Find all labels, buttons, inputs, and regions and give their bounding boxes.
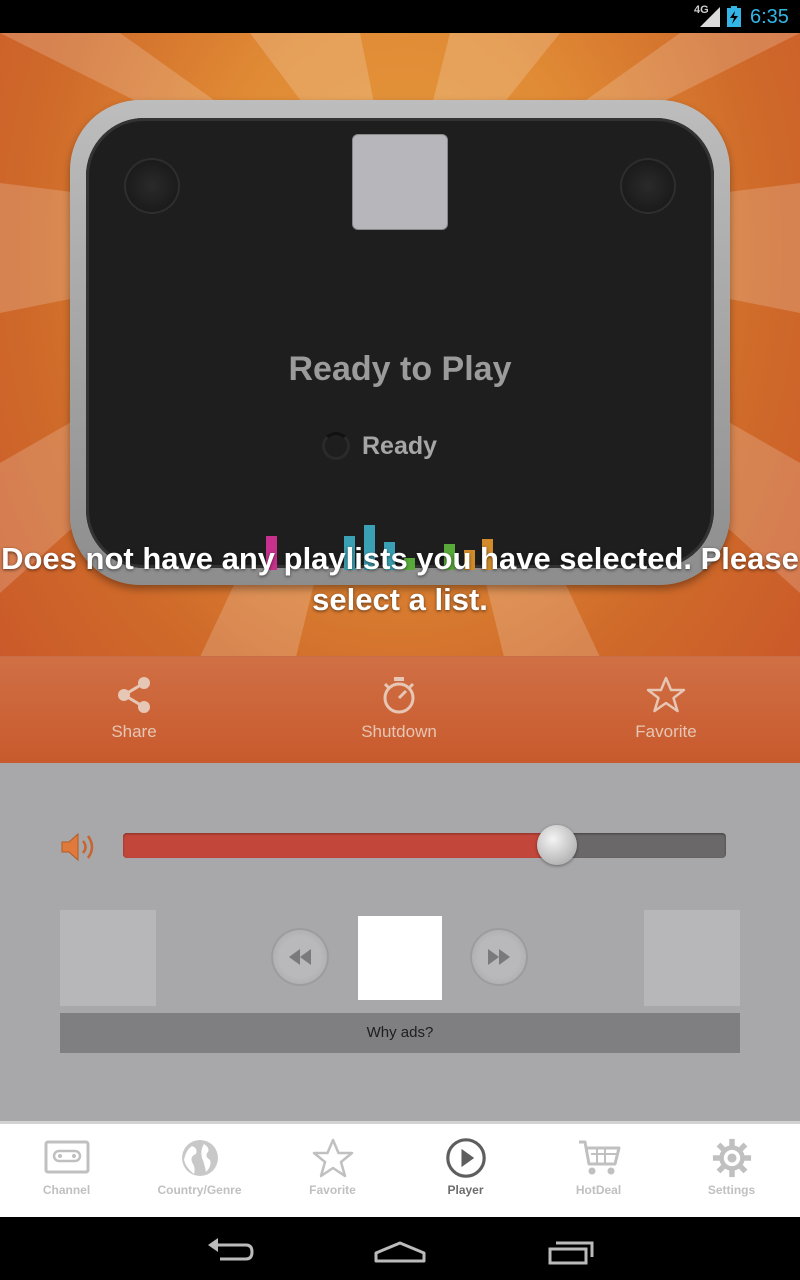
system-nav-bar [0, 1217, 800, 1280]
shutdown-button[interactable]: Shutdown [329, 657, 469, 764]
tab-channel[interactable]: Channel [0, 1124, 133, 1220]
right-ad-slot[interactable] [644, 910, 740, 1006]
loading-spinner [322, 432, 350, 460]
toast-message: Does not have any playlists you have sel… [1, 541, 799, 617]
play-button[interactable] [358, 916, 442, 1000]
player-status: Ready [362, 432, 438, 460]
bottom-tab-bar: Channel Country/Genre Favorite Player Ho… [0, 1121, 800, 1220]
rewind-icon [289, 949, 311, 965]
globe-icon [181, 1140, 218, 1176]
right-speaker [620, 158, 676, 214]
left-ad-slot[interactable] [60, 910, 156, 1006]
player-title: Ready to Play [288, 350, 512, 388]
star-icon [646, 676, 686, 713]
tab-player[interactable]: Player [399, 1124, 532, 1220]
volume-slider-fill [123, 833, 557, 858]
signal-icon [700, 7, 720, 27]
back-icon[interactable] [200, 1227, 260, 1271]
battery-charging-icon [727, 6, 741, 27]
shutdown-label: Shutdown [361, 722, 437, 741]
favorite-button[interactable]: Favorite [596, 657, 736, 764]
tab-favorite[interactable]: Favorite [266, 1124, 399, 1220]
fast-forward-icon [488, 949, 510, 965]
tab-country-genre[interactable]: Country/Genre [133, 1124, 266, 1220]
share-label: Share [111, 722, 157, 741]
tab-hotdeal-label: HotDeal [575, 1183, 622, 1197]
share-button[interactable]: Share [64, 657, 204, 764]
timer-icon [383, 677, 415, 714]
tab-favorite-label: Favorite [309, 1183, 356, 1197]
home-icon[interactable] [370, 1227, 430, 1271]
star-icon [312, 1138, 353, 1178]
gear-icon [712, 1138, 751, 1178]
rewind-button[interactable] [271, 928, 329, 986]
cassette-icon [44, 1140, 89, 1174]
tab-hotdeal[interactable]: HotDeal [532, 1124, 665, 1220]
status-bar: 4G 6:35 [0, 0, 800, 33]
tab-settings[interactable]: Settings [665, 1124, 798, 1220]
why-ads-button[interactable]: Why ads? [60, 1013, 740, 1053]
fast-forward-button[interactable] [470, 928, 528, 986]
album-art [352, 134, 448, 230]
tab-player-label: Player [447, 1183, 484, 1197]
tab-settings-label: Settings [707, 1183, 756, 1197]
tab-channel-label: Channel [42, 1183, 91, 1197]
left-speaker [124, 158, 180, 214]
cart-icon [578, 1140, 620, 1175]
play-icon [445, 1138, 486, 1178]
volume-icon [61, 832, 94, 862]
recent-apps-icon[interactable] [540, 1227, 600, 1271]
action-bar: Share Shutdown Favorite [0, 656, 800, 764]
tab-country-genre-label: Country/Genre [157, 1183, 242, 1197]
volume-slider-thumb[interactable] [537, 825, 577, 865]
clock: 6:35 [750, 6, 789, 28]
favorite-label: Favorite [635, 722, 697, 741]
share-icon [118, 677, 150, 713]
